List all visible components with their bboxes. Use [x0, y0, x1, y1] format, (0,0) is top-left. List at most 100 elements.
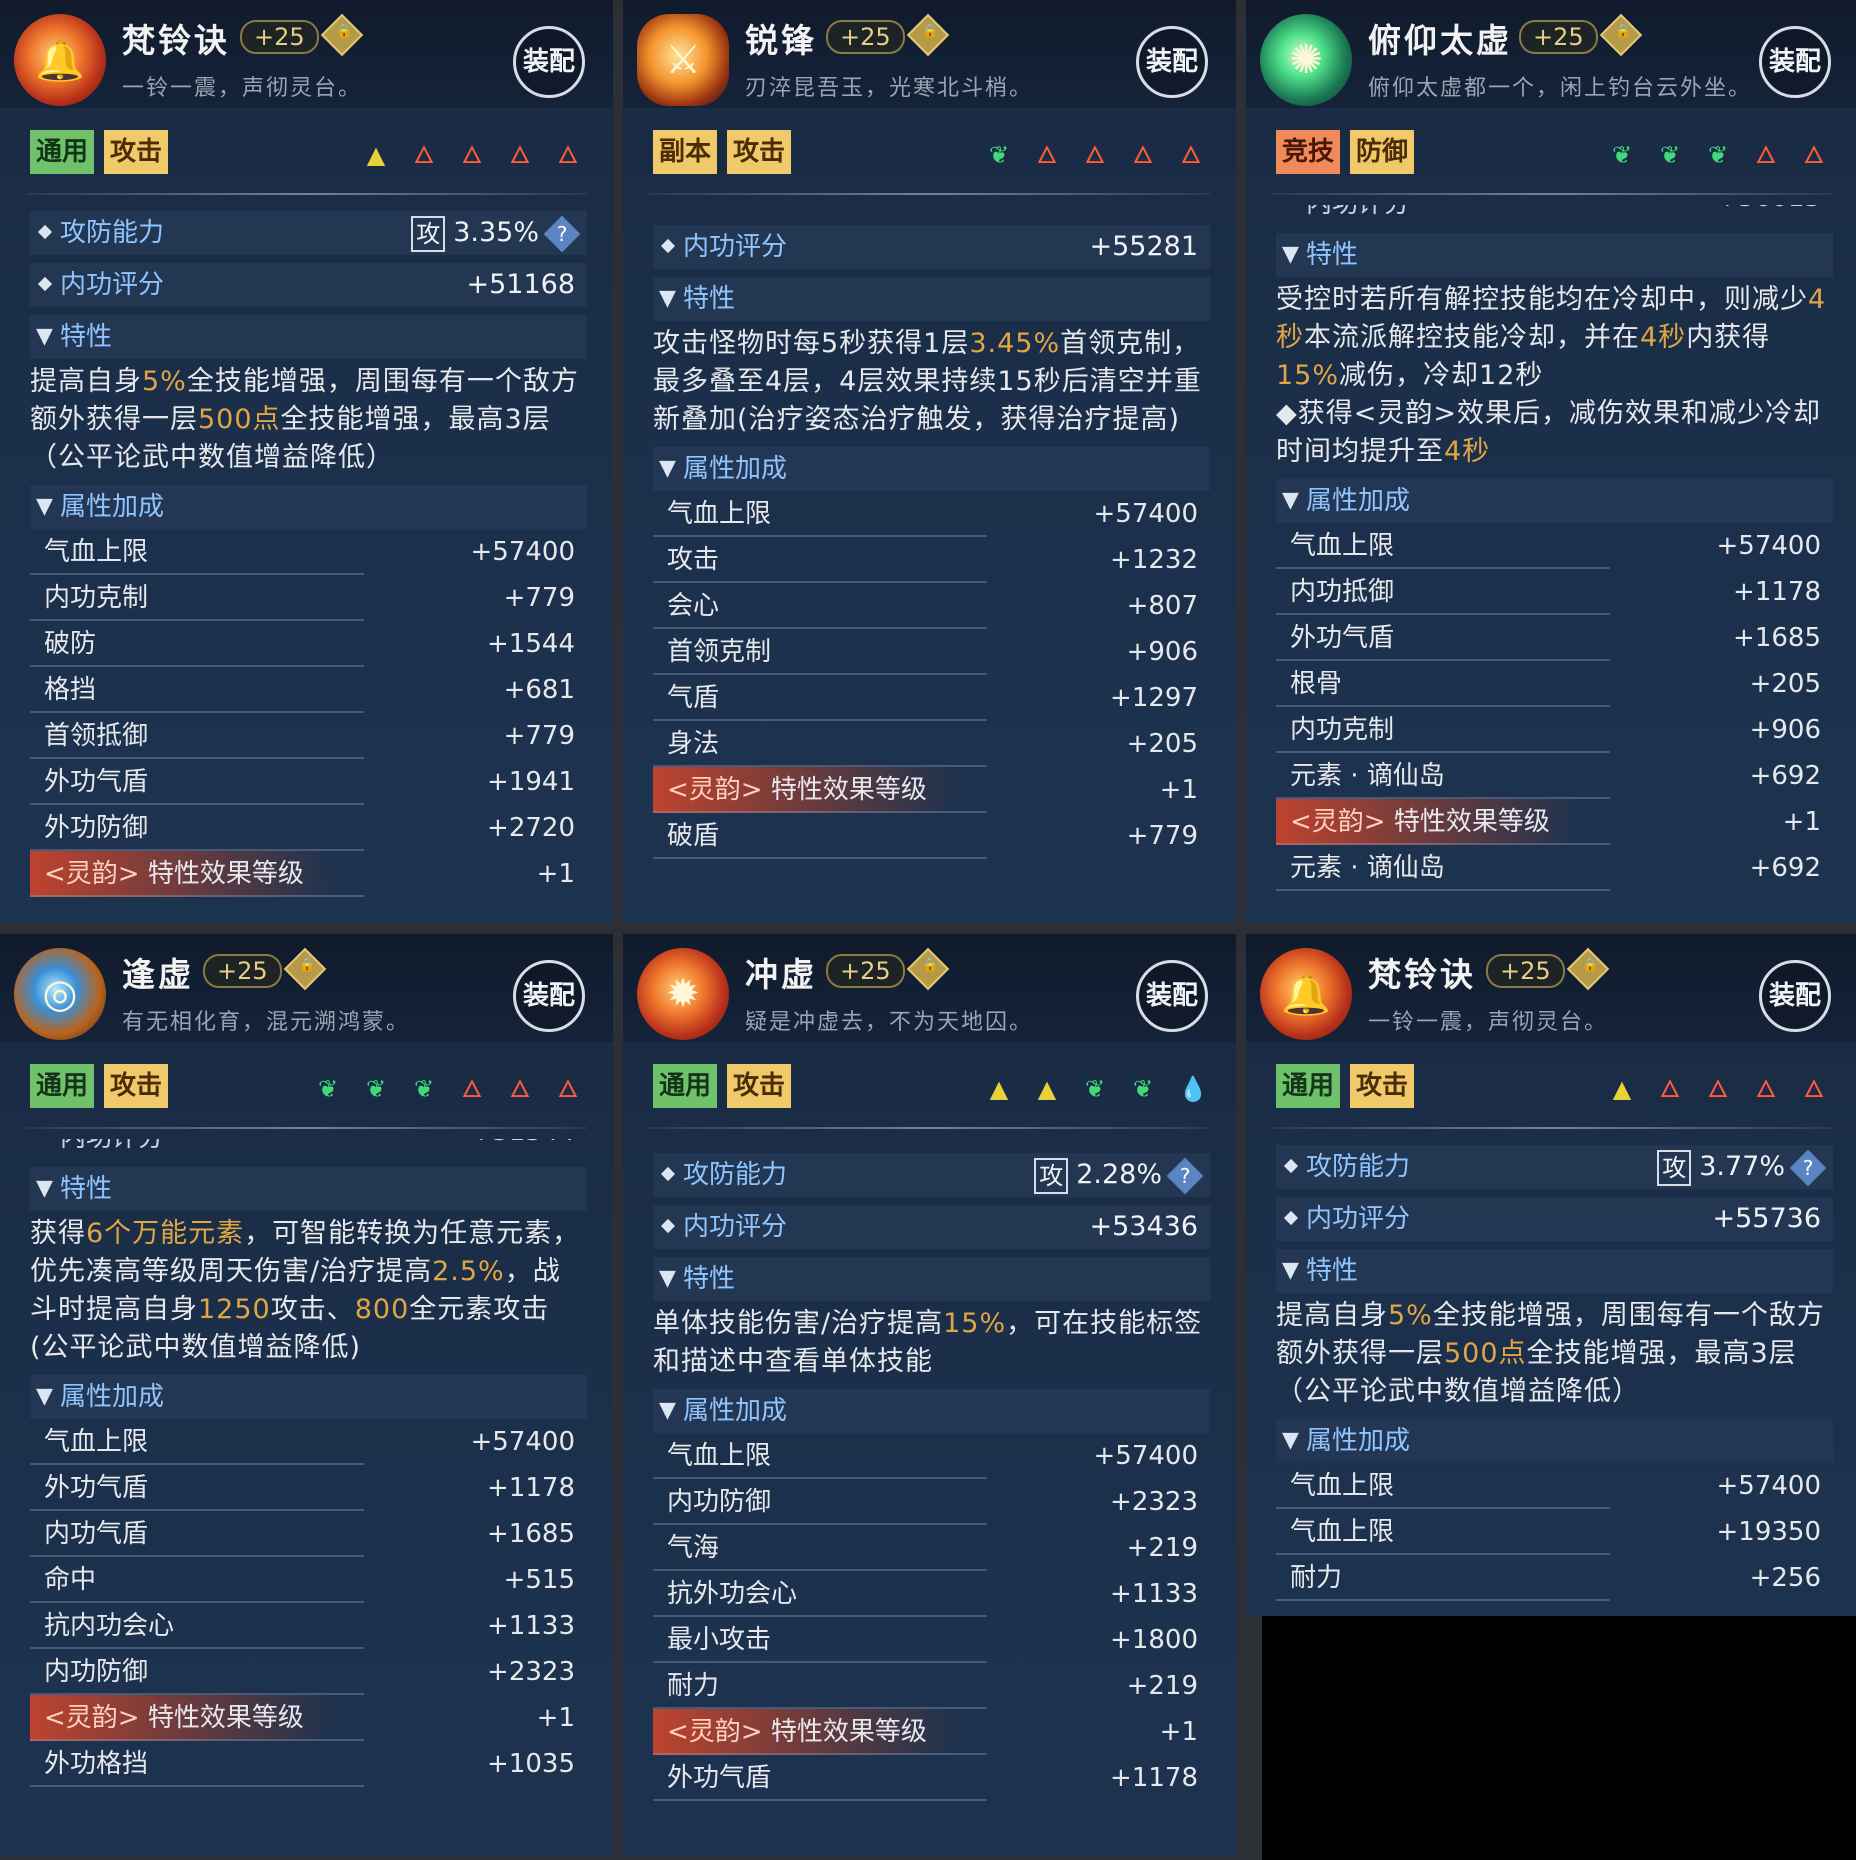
divider	[649, 1127, 1210, 1129]
help-icon[interactable]: ?	[543, 215, 581, 252]
stat-row: 内功防御 +2323	[30, 1649, 587, 1695]
attack-defense-value: 攻 3.35%?	[411, 211, 581, 255]
stat-row: 内功克制 +779	[30, 575, 587, 621]
attack-defense-percent: 2.28%	[1076, 1159, 1162, 1190]
stat-row: 内功气盾 +1685	[30, 1511, 587, 1557]
trait-section-header[interactable]: ▼ 特性	[30, 315, 587, 359]
stat-row: 耐力 +256	[1276, 1555, 1833, 1601]
orb-emblem-icon: ✹	[637, 948, 729, 1040]
collapse-arrow-icon: ▼	[659, 456, 676, 481]
tag-attack: 攻击	[104, 1064, 169, 1108]
attribute-label: 属性加成	[1306, 486, 1411, 516]
lingyun-stat-row: <灵韵> 特性效果等级 +1	[1276, 799, 1833, 845]
attribute-label: 属性加成	[60, 492, 165, 522]
inner-score-label: 内功评分	[60, 270, 165, 300]
stat-row: 内功抵御 +1178	[1276, 569, 1833, 615]
attribute-section-header[interactable]: ▼ 属性加成	[30, 1375, 587, 1419]
inner-score-row: 内功评分 +53436	[653, 1205, 1210, 1249]
trait-description: 攻击怪物时每5秒获得1层3.45%首领克制，最多叠至4层，4层效果持续15秒后清…	[653, 328, 1202, 435]
collapse-arrow-icon: ▼	[36, 324, 53, 349]
equip-button[interactable]: 装配	[513, 26, 585, 98]
sword-emblem-icon: ⚔	[637, 14, 729, 106]
help-icon[interactable]: ?	[1166, 1157, 1204, 1194]
level-badge: +25	[203, 954, 282, 988]
fire-element-icon: 🜂	[1659, 1075, 1681, 1103]
help-icon[interactable]: ?	[1789, 1149, 1827, 1186]
inner-score-label: 内功评分	[683, 1212, 788, 1242]
trait-card-4: ◎ 逢虚 +25 🔒 有无相化育，混元溯鸿蒙。 装配 通用 攻击 ❦ ❦ ❦ 🜂…	[0, 934, 613, 1857]
fire-element-icon: 🜂	[557, 1075, 579, 1103]
attribute-label: 属性加成	[60, 1382, 165, 1412]
stat-row: 破防 +1544	[30, 621, 587, 667]
leaf-element-icon: ❦	[1611, 141, 1633, 169]
attribute-section-header[interactable]: ▼ 属性加成	[653, 1389, 1210, 1433]
fire-element-icon: 🜂	[413, 141, 435, 169]
lingyun-stat-row: <灵韵> 特性效果等级 +1	[653, 767, 1210, 813]
trait-card-2: ⚔ 锐锋 +25 🔒 刃淬昆吾玉，光寒北斗梢。 装配 副本 攻击 ❦ 🜂 🜂 🜂…	[623, 0, 1236, 923]
trait-label: 特性	[60, 1174, 113, 1204]
trait-section-header[interactable]: ▼ 特性	[653, 277, 1210, 321]
card-title: 冲虚	[745, 955, 817, 994]
attribute-label: 属性加成	[1306, 1426, 1411, 1456]
collapse-arrow-icon: ▼	[1282, 1428, 1299, 1453]
inner-score-value: +51168	[466, 269, 575, 300]
orb-emblem-icon: ◎	[14, 948, 106, 1040]
stat-row: 气血上限 +57400	[30, 1419, 587, 1465]
trait-label: 特性	[683, 1264, 736, 1294]
stat-row: 气血上限 +57400	[1276, 1463, 1833, 1509]
lock-diamond-icon: 🔒	[320, 13, 364, 57]
trait-section-header[interactable]: ▼ 特性	[30, 1167, 587, 1211]
diamond-bullet-icon	[660, 1166, 676, 1182]
stat-row: 首领克制 +906	[653, 629, 1210, 675]
lingyun-stat-row: <灵韵> 特性效果等级 +1	[30, 1695, 587, 1741]
trait-section-header[interactable]: ▼ 特性	[1276, 233, 1833, 277]
leaf-element-icon: ❦	[1084, 1075, 1106, 1103]
triangle-element-icon: ▲	[1612, 1075, 1632, 1103]
collapse-arrow-icon: ▼	[36, 1384, 53, 1409]
card-subtitle: 有无相化育，混元溯鸿蒙。	[122, 1010, 411, 1035]
leaf-element-icon: ❦	[1659, 141, 1681, 169]
attribute-section-header[interactable]: ▼ 属性加成	[1276, 1419, 1833, 1463]
leaf-element-icon: ❦	[317, 1075, 339, 1103]
attribute-section-header[interactable]: ▼ 属性加成	[1276, 479, 1833, 523]
leaf-element-icon: ❦	[988, 141, 1010, 169]
equip-button[interactable]: 装配	[1759, 26, 1831, 98]
stat-row: 外功气盾 +1685	[1276, 615, 1833, 661]
inner-score-label: 内功评分	[1306, 1204, 1411, 1234]
stat-row: 首领抵御 +779	[30, 713, 587, 759]
trait-section-header[interactable]: ▼ 特性	[653, 1257, 1210, 1301]
stat-row: 外功气盾 +1178	[30, 1465, 587, 1511]
stat-row: 身法 +205	[653, 721, 1210, 767]
stat-row: 格挡 +681	[30, 667, 587, 713]
collapse-arrow-icon: ▼	[36, 1176, 53, 1201]
equip-button[interactable]: 装配	[513, 960, 585, 1032]
lingyun-stat-row: <灵韵> 特性效果等级 +1	[30, 851, 587, 897]
attribute-section-header[interactable]: ▼ 属性加成	[653, 447, 1210, 491]
equip-button[interactable]: 装配	[1759, 960, 1831, 1032]
equip-button[interactable]: 装配	[1136, 960, 1208, 1032]
lock-diamond-icon: 🔒	[1566, 947, 1610, 991]
stat-row: 命中 +515	[30, 1557, 587, 1603]
stat-row: 内功防御 +2323	[653, 1479, 1210, 1525]
trait-label: 特性	[683, 284, 736, 314]
card-title: 逢虚	[122, 955, 194, 994]
leaf-element-icon: ❦	[413, 1075, 435, 1103]
collapse-arrow-icon: ▼	[36, 494, 53, 519]
level-badge: +25	[826, 954, 905, 988]
attack-defense-label: 攻防能力	[1306, 1152, 1411, 1182]
stat-row: 外功气盾 +1178	[653, 1755, 1210, 1801]
leaf-element-icon: ❦	[365, 1075, 387, 1103]
trait-section-header[interactable]: ▼ 特性	[1276, 1249, 1833, 1293]
divider	[1272, 1127, 1833, 1129]
attribute-section-header[interactable]: ▼ 属性加成	[30, 485, 587, 529]
jade-emblem-icon: ✺	[1260, 14, 1352, 106]
equip-button[interactable]: 装配	[1136, 26, 1208, 98]
fire-element-icon: 🜂	[1036, 141, 1058, 169]
stat-row: 外功防御 +2720	[30, 805, 587, 851]
attack-defense-row: 攻防能力 攻 2.28%?	[653, 1153, 1210, 1197]
fire-element-icon: 🜂	[1084, 141, 1106, 169]
attack-defense-percent: 3.35%	[453, 217, 539, 248]
attack-defense-row: 攻防能力 攻 3.35%?	[30, 211, 587, 255]
inner-score-row: 内功评分 +55736	[1276, 1197, 1833, 1241]
diamond-bullet-icon	[660, 238, 676, 254]
